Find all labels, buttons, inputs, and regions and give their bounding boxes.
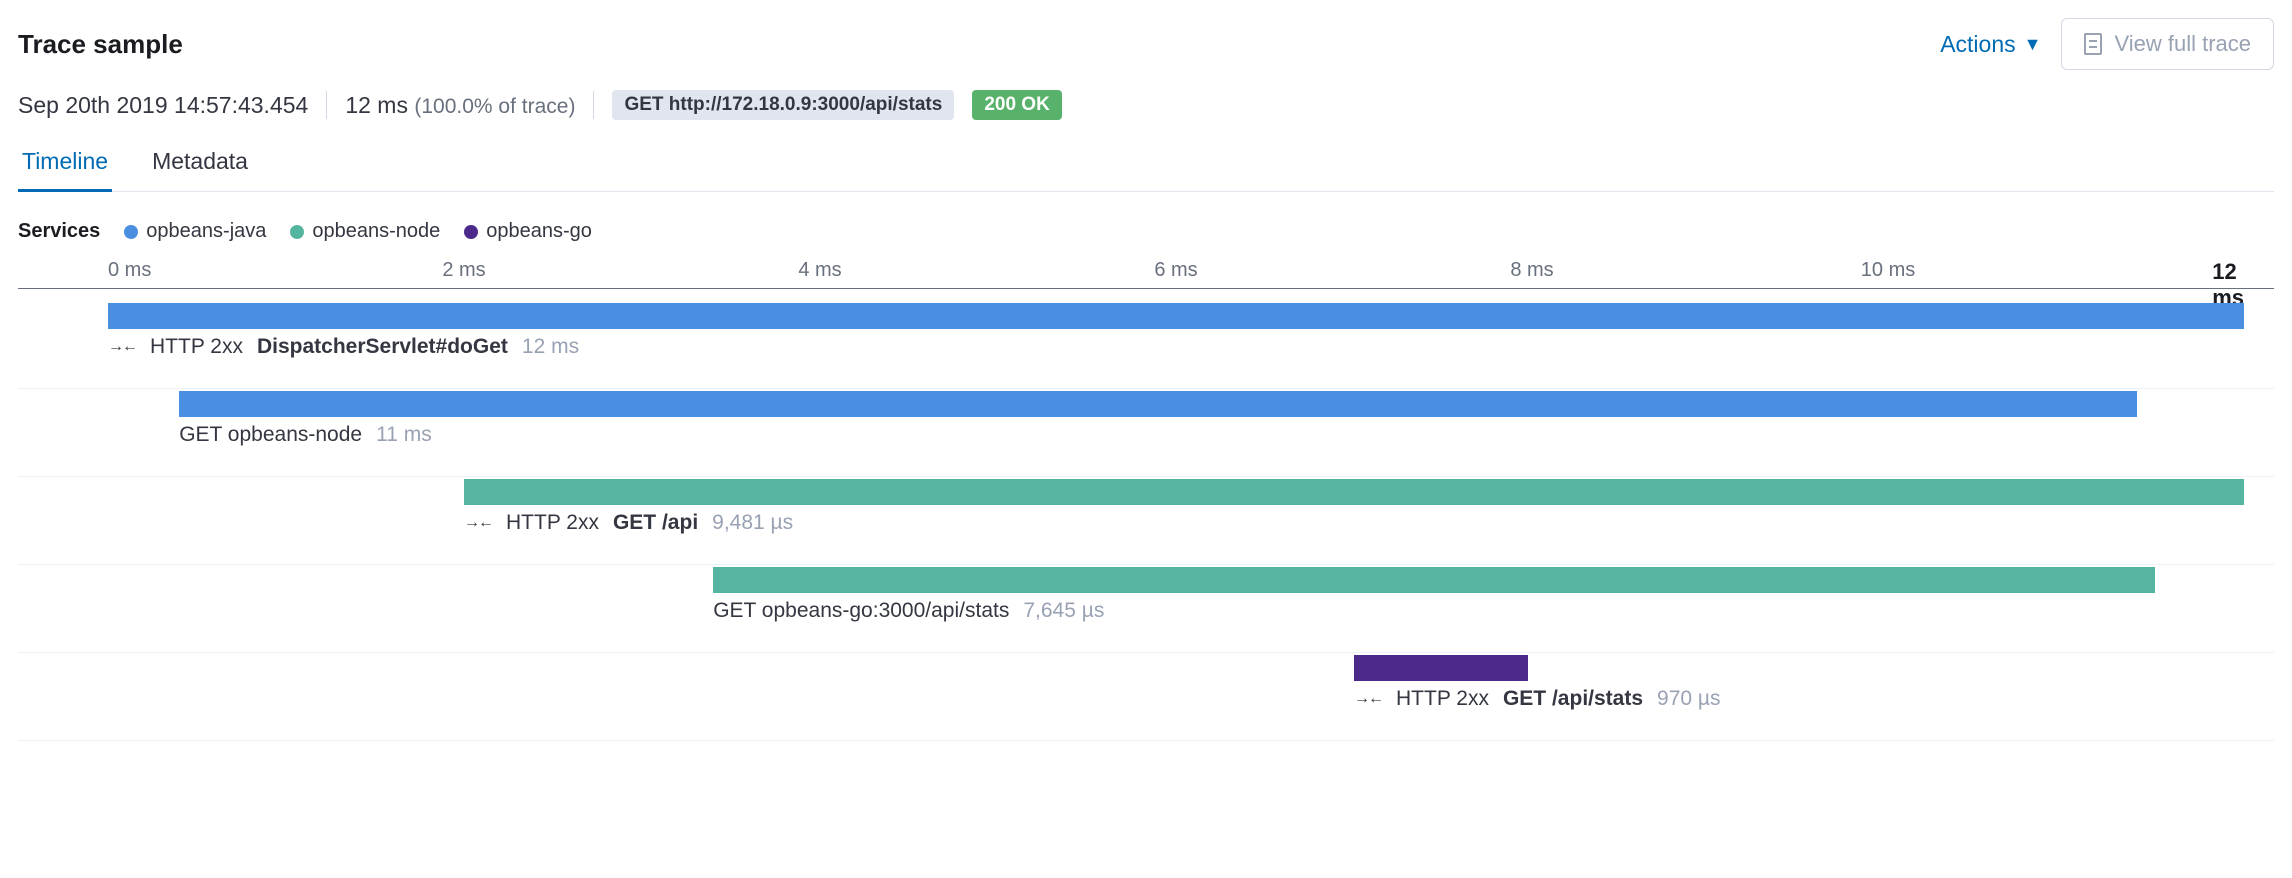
span-row[interactable]: GET opbeans-node 11 ms [18, 389, 2274, 477]
timeline-chart: 0 ms 2 ms 4 ms 6 ms 8 ms 10 ms 12 ms →← HTTP 2x… [18, 255, 2274, 741]
span-duration: 9,481 µs [712, 511, 793, 535]
span-label: →← HTTP 2xx DispatcherServlet#doGet 12 ms [108, 335, 579, 359]
actions-dropdown[interactable]: Actions ▼ [1940, 31, 2041, 58]
span-name: GET opbeans-go:3000/api/stats [713, 599, 1009, 623]
span-row[interactable]: →← HTTP 2xx GET /api/stats 970 µs [18, 653, 2274, 741]
http-status: HTTP 2xx [1396, 687, 1489, 711]
span-label: GET opbeans-node 11 ms [179, 423, 432, 447]
header: Trace sample Actions ▼ View full trace [18, 18, 2274, 70]
span-name: GET opbeans-node [179, 423, 362, 447]
span-name: GET /api [613, 511, 698, 535]
timestamp: Sep 20th 2019 14:57:43.454 [18, 92, 308, 119]
span-label: →← HTTP 2xx GET /api 9,481 µs [464, 511, 793, 535]
legend-text: opbeans-go [486, 220, 592, 243]
axis-tick: 0 ms [108, 259, 151, 282]
document-icon [2084, 33, 2102, 55]
span-duration: 12 ms [522, 335, 579, 359]
tab-timeline[interactable]: Timeline [18, 148, 112, 192]
view-full-trace-button[interactable]: View full trace [2061, 18, 2274, 70]
span-name: DispatcherServlet#doGet [257, 335, 508, 359]
chevron-down-icon: ▼ [2024, 34, 2042, 55]
axis-tick: 8 ms [1510, 259, 1553, 282]
legend-text: opbeans-node [312, 220, 440, 243]
separator [326, 91, 327, 119]
http-status: HTTP 2xx [150, 335, 243, 359]
axis-tick: 10 ms [1861, 259, 1915, 282]
legend-dot-icon [464, 225, 478, 239]
axis-tick: 6 ms [1154, 259, 1197, 282]
status-badge: 200 OK [972, 90, 1061, 120]
span-label: →← HTTP 2xx GET /api/stats 970 µs [1354, 687, 1721, 711]
services-legend: Services opbeans-java opbeans-node opbea… [18, 220, 2274, 243]
trace-percent: (100.0% of trace) [414, 95, 575, 118]
duration: 12 ms [345, 92, 408, 118]
span-duration: 970 µs [1657, 687, 1720, 711]
time-axis: 0 ms2 ms4 ms6 ms8 ms10 ms12 ms [18, 255, 2274, 289]
span-bar [1354, 655, 1528, 681]
bar-track [18, 567, 2274, 593]
axis-tick: 2 ms [442, 259, 485, 282]
legend-dot-icon [290, 225, 304, 239]
tab-metadata[interactable]: Metadata [148, 148, 252, 191]
bar-track [18, 479, 2274, 505]
legend-text: opbeans-java [146, 220, 266, 243]
span-name: GET /api/stats [1503, 687, 1643, 711]
incoming-request-icon: →← [1354, 690, 1382, 708]
page-title: Trace sample [18, 29, 183, 60]
legend-dot-icon [124, 225, 138, 239]
legend-item-node: opbeans-node [290, 220, 440, 243]
tabs: Timeline Metadata [18, 148, 2274, 192]
legend-item-java: opbeans-java [124, 220, 266, 243]
span-duration: 11 ms [376, 423, 432, 447]
trace-info: Sep 20th 2019 14:57:43.454 12 ms (100.0%… [18, 90, 2274, 120]
incoming-request-icon: →← [464, 514, 492, 532]
services-label: Services [18, 220, 100, 243]
http-status: HTTP 2xx [506, 511, 599, 535]
view-full-trace-label: View full trace [2114, 31, 2251, 57]
waterfall: →← HTTP 2xx DispatcherServlet#doGet 12 ms GE… [18, 301, 2274, 741]
separator [593, 91, 594, 119]
incoming-request-icon: →← [108, 338, 136, 356]
bar-track [18, 655, 2274, 681]
header-actions: Actions ▼ View full trace [1940, 18, 2274, 70]
span-row[interactable]: GET opbeans-go:3000/api/stats 7,645 µs [18, 565, 2274, 653]
span-label: GET opbeans-go:3000/api/stats 7,645 µs [713, 599, 1104, 623]
span-bar [179, 391, 2137, 417]
legend-item-go: opbeans-go [464, 220, 592, 243]
actions-label: Actions [1940, 31, 2015, 58]
span-row[interactable]: →← HTTP 2xx DispatcherServlet#doGet 12 ms [18, 301, 2274, 389]
bar-track [18, 391, 2274, 417]
duration-group: 12 ms (100.0% of trace) [345, 92, 575, 119]
span-duration: 7,645 µs [1023, 599, 1104, 623]
span-row[interactable]: →← HTTP 2xx GET /api 9,481 µs [18, 477, 2274, 565]
bar-track [18, 303, 2274, 329]
axis-tick: 4 ms [798, 259, 841, 282]
span-bar [464, 479, 2244, 505]
span-bar [108, 303, 2244, 329]
request-badge: GET http://172.18.0.9:3000/api/stats [612, 90, 954, 120]
span-bar [713, 567, 2155, 593]
